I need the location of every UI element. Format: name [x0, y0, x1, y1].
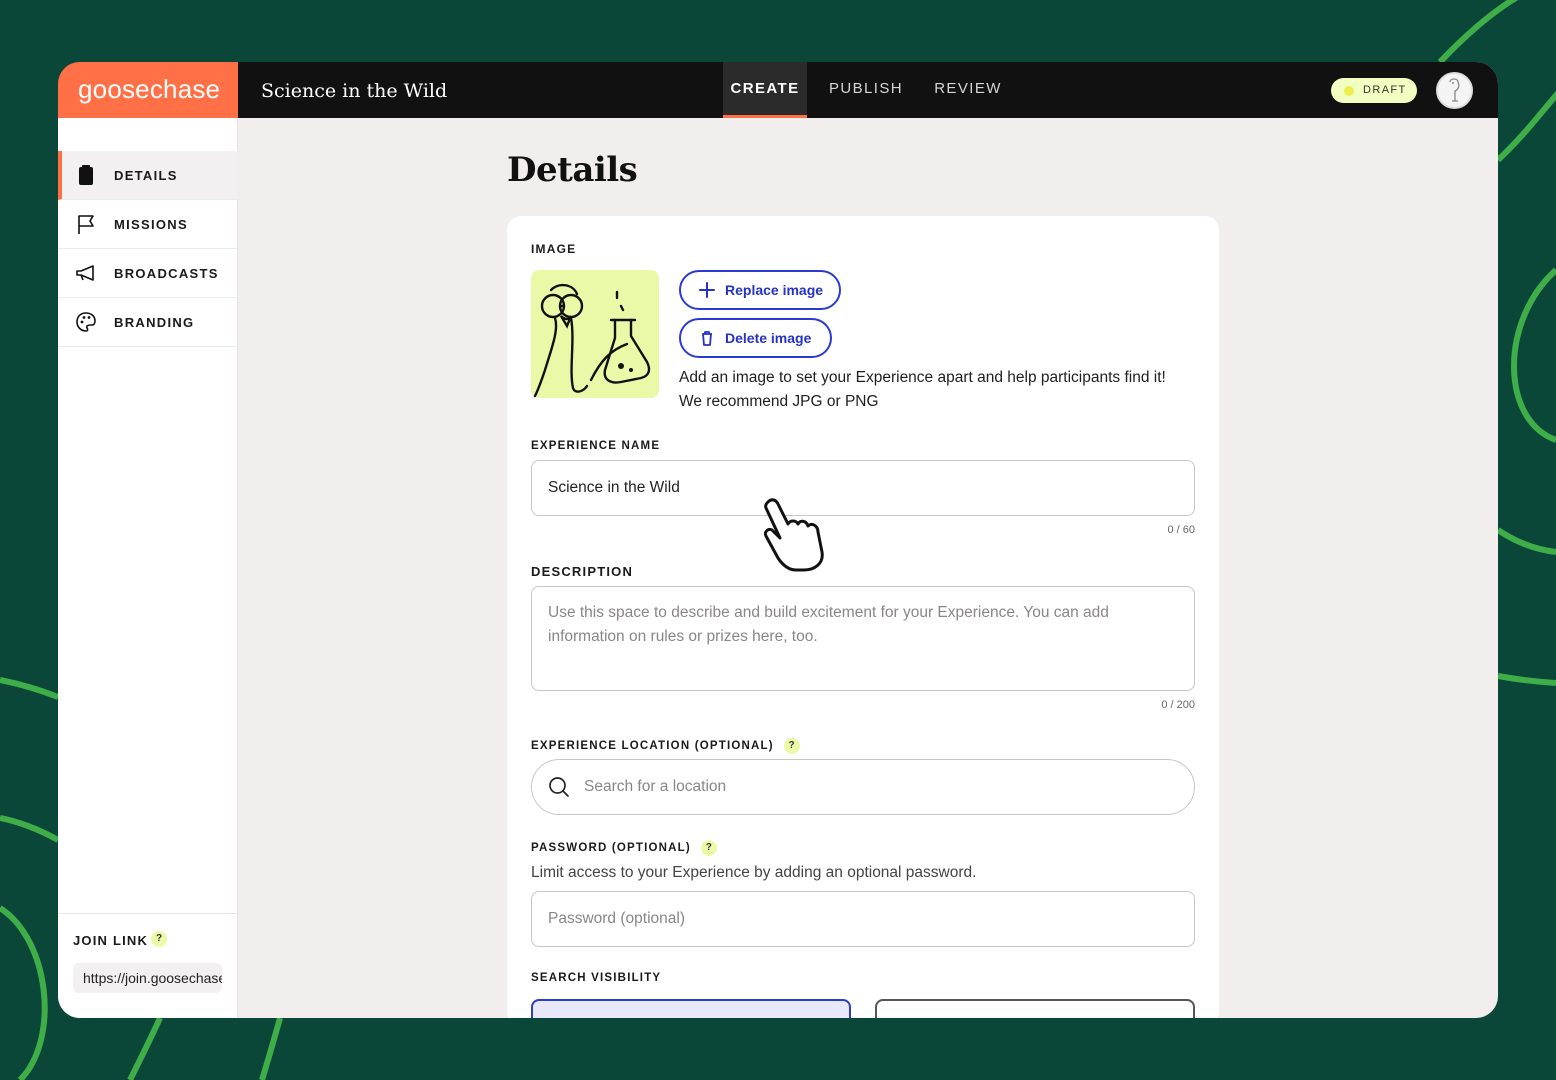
image-help-line: Add an image to set your Experience apar…: [679, 369, 1166, 386]
location-label-text: EXPERIENCE LOCATION (OPTIONAL): [531, 740, 774, 753]
status-dot-icon: [1344, 86, 1354, 96]
status-badge: DRAFT: [1331, 78, 1417, 103]
user-avatar[interactable]: [1436, 72, 1473, 109]
sidebar-item-branding[interactable]: BRANDING: [58, 298, 238, 347]
sidebar: DETAILS MISSIONS BROADCASTS BRANDING JOI…: [58, 118, 238, 1018]
palette-icon: [76, 312, 96, 332]
image-help-line: We recommend JPG or PNG: [679, 393, 879, 410]
description-textarea[interactable]: Use this space to describe and build exc…: [531, 586, 1195, 691]
location-label: EXPERIENCE LOCATION (OPTIONAL) ?: [531, 738, 801, 754]
tab-publish[interactable]: PUBLISH: [822, 62, 910, 118]
status-badge-label: DRAFT: [1363, 84, 1407, 96]
sidebar-item-broadcasts[interactable]: BROADCASTS: [58, 249, 238, 298]
experience-title: Science in the Wild: [261, 80, 448, 102]
experience-thumbnail: [531, 270, 659, 398]
sidebar-item-label: DETAILS: [114, 167, 178, 183]
join-link-section: JOIN LINK ? https://join.goosechase.ai: [58, 913, 238, 1018]
sidebar-item-label: BRANDING: [114, 314, 195, 330]
clipboard-icon: [79, 165, 93, 185]
password-label-text: PASSWORD (OPTIONAL): [531, 842, 691, 855]
experience-name-input[interactable]: Science in the Wild: [531, 460, 1195, 516]
tab-review[interactable]: REVIEW: [924, 62, 1012, 118]
location-help-icon[interactable]: ?: [784, 738, 801, 754]
brand-logo[interactable]: goosechase: [58, 62, 238, 118]
location-placeholder: Search for a location: [584, 778, 727, 795]
description-label: DESCRIPTION: [531, 564, 634, 579]
password-label: PASSWORD (OPTIONAL) ?: [531, 840, 718, 856]
trash-icon: [702, 331, 712, 346]
sidebar-item-details[interactable]: DETAILS: [58, 151, 238, 200]
name-char-counter: 0 / 60: [1167, 524, 1195, 536]
visibility-option-private[interactable]: [875, 999, 1195, 1018]
search-icon: [549, 777, 569, 797]
experience-name-label: EXPERIENCE NAME: [531, 440, 661, 452]
top-bar: goosechase Science in the Wild CREATE PU…: [58, 62, 1498, 118]
flag-icon: [78, 215, 94, 234]
replace-image-button[interactable]: Replace image: [679, 270, 841, 310]
delete-image-label: Delete image: [725, 330, 812, 346]
sidebar-item-label: BROADCASTS: [114, 265, 219, 281]
goose-scientist-illustration: [533, 283, 651, 398]
megaphone-icon: [76, 265, 94, 281]
sidebar-item-label: MISSIONS: [114, 216, 188, 232]
search-visibility-label: SEARCH VISIBILITY: [531, 972, 662, 984]
description-char-counter: 0 / 200: [1161, 699, 1195, 711]
sidebar-item-missions[interactable]: MISSIONS: [58, 200, 238, 249]
delete-image-button[interactable]: Delete image: [679, 318, 832, 358]
replace-image-label: Replace image: [725, 282, 824, 298]
password-help-icon[interactable]: ?: [701, 840, 718, 856]
join-link-label: JOIN LINK: [73, 933, 149, 948]
page-title: Details: [507, 150, 638, 190]
image-help-text: Add an image to set your Experience apar…: [679, 366, 1166, 414]
hand-pointer-cursor-icon: [764, 498, 824, 572]
join-link-help-icon[interactable]: ?: [151, 931, 167, 947]
plus-icon: [699, 282, 715, 298]
tab-create[interactable]: CREATE: [723, 62, 807, 118]
visibility-option-public[interactable]: [531, 999, 851, 1018]
location-search-input[interactable]: Search for a location: [531, 759, 1195, 815]
avatar-illustration-icon: [1449, 78, 1460, 102]
join-link-field[interactable]: https://join.goosechase.ai: [73, 963, 222, 993]
password-input[interactable]: Password (optional): [531, 891, 1195, 947]
details-card: IMAGE Replace image Delete image Add an …: [507, 216, 1219, 1018]
image-label: IMAGE: [531, 242, 577, 256]
password-description: Limit access to your Experience by addin…: [531, 864, 977, 881]
